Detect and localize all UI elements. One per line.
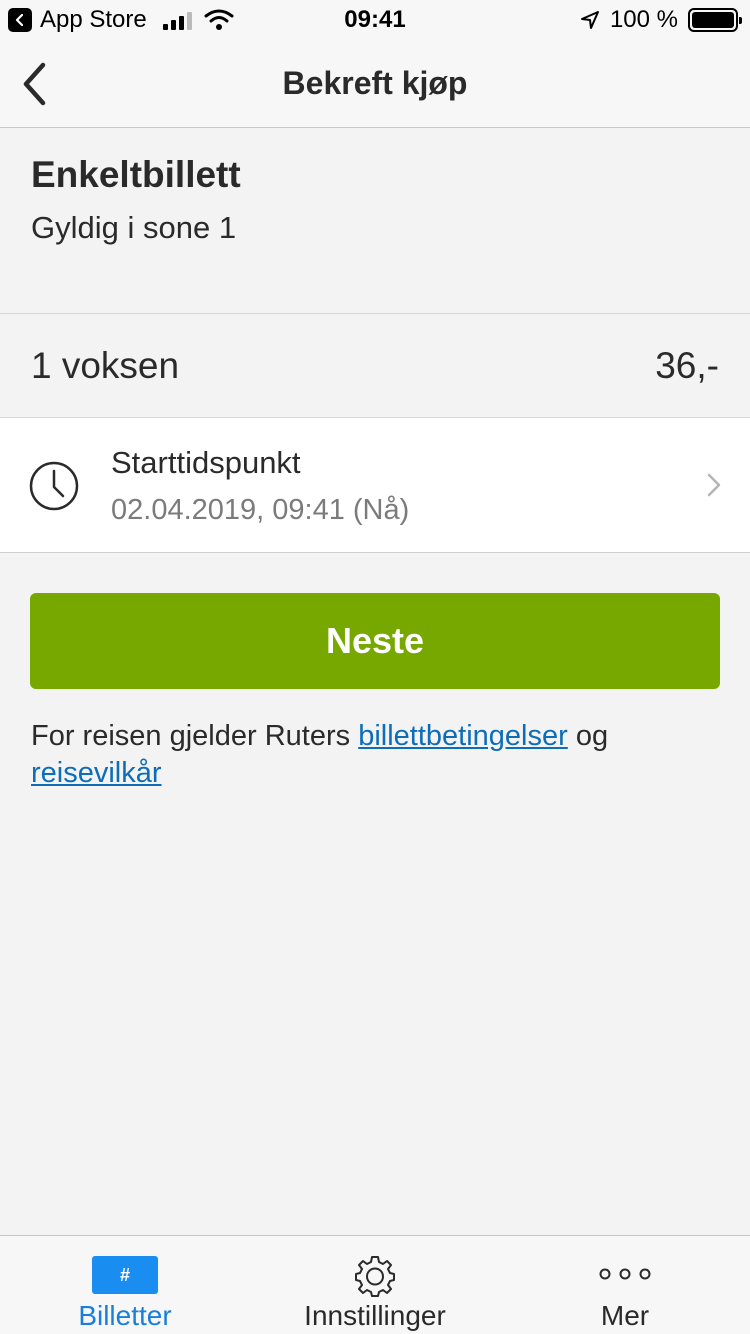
tab-billetter[interactable]: # Billetter: [0, 1236, 250, 1334]
tab-label: Mer: [600, 1300, 650, 1331]
ticket-terms-link[interactable]: billettbetingelser: [358, 720, 568, 752]
ticket-zone: Gyldig i sone 1: [31, 210, 237, 245]
terms-prefix: For reisen gjelder Ruters: [31, 720, 351, 752]
ticket-badge: #: [92, 1256, 158, 1294]
chevron-right-icon: [707, 473, 721, 497]
terms-text: For reisen gjelder Ruters billettbetinge…: [31, 718, 721, 792]
tab-bar: # Billetter Innstillinger Mer: [0, 1235, 750, 1334]
ticket-type: Enkeltbillett: [31, 154, 241, 195]
status-bar-right: 100 %: [580, 0, 742, 40]
navigation-bar: Bekreft kjøp: [0, 40, 750, 128]
location-arrow-icon: [580, 11, 599, 29]
next-button[interactable]: Neste: [30, 593, 720, 689]
status-bar: App Store 09:41 100 %: [0, 0, 750, 40]
back-button[interactable]: [14, 60, 54, 108]
more-dots-icon: [599, 1268, 651, 1280]
start-time-row[interactable]: Starttidspunkt 02.04.2019, 09:41 (Nå): [0, 418, 750, 553]
chevron-left-icon: [23, 62, 46, 106]
tab-innstillinger[interactable]: Innstillinger: [250, 1236, 500, 1334]
page-title: Bekreft kjøp: [282, 65, 468, 101]
ticket-price: 36,-: [655, 344, 719, 386]
passenger-count: 1 voksen: [31, 344, 180, 386]
gear-icon: [355, 1256, 395, 1297]
start-time-value: 02.04.2019, 09:41 (Nå): [111, 494, 410, 526]
start-time-label: Starttidspunkt: [111, 445, 301, 480]
battery-icon: [688, 8, 742, 32]
tab-mer[interactable]: Mer: [500, 1236, 750, 1334]
clock-icon: [29, 461, 79, 511]
passenger-price-row: 1 voksen 36,-: [0, 314, 750, 418]
tab-label: Billetter: [78, 1300, 172, 1331]
tab-label: Innstillinger: [304, 1300, 446, 1331]
terms-middle: og: [575, 720, 609, 752]
ticket-summary: Enkeltbillett Gyldig i sone 1: [0, 129, 750, 314]
battery-percent: 100 %: [609, 6, 678, 33]
ticket-icon: #: [92, 1256, 158, 1294]
travel-conditions-link[interactable]: reisevilkår: [31, 757, 162, 789]
